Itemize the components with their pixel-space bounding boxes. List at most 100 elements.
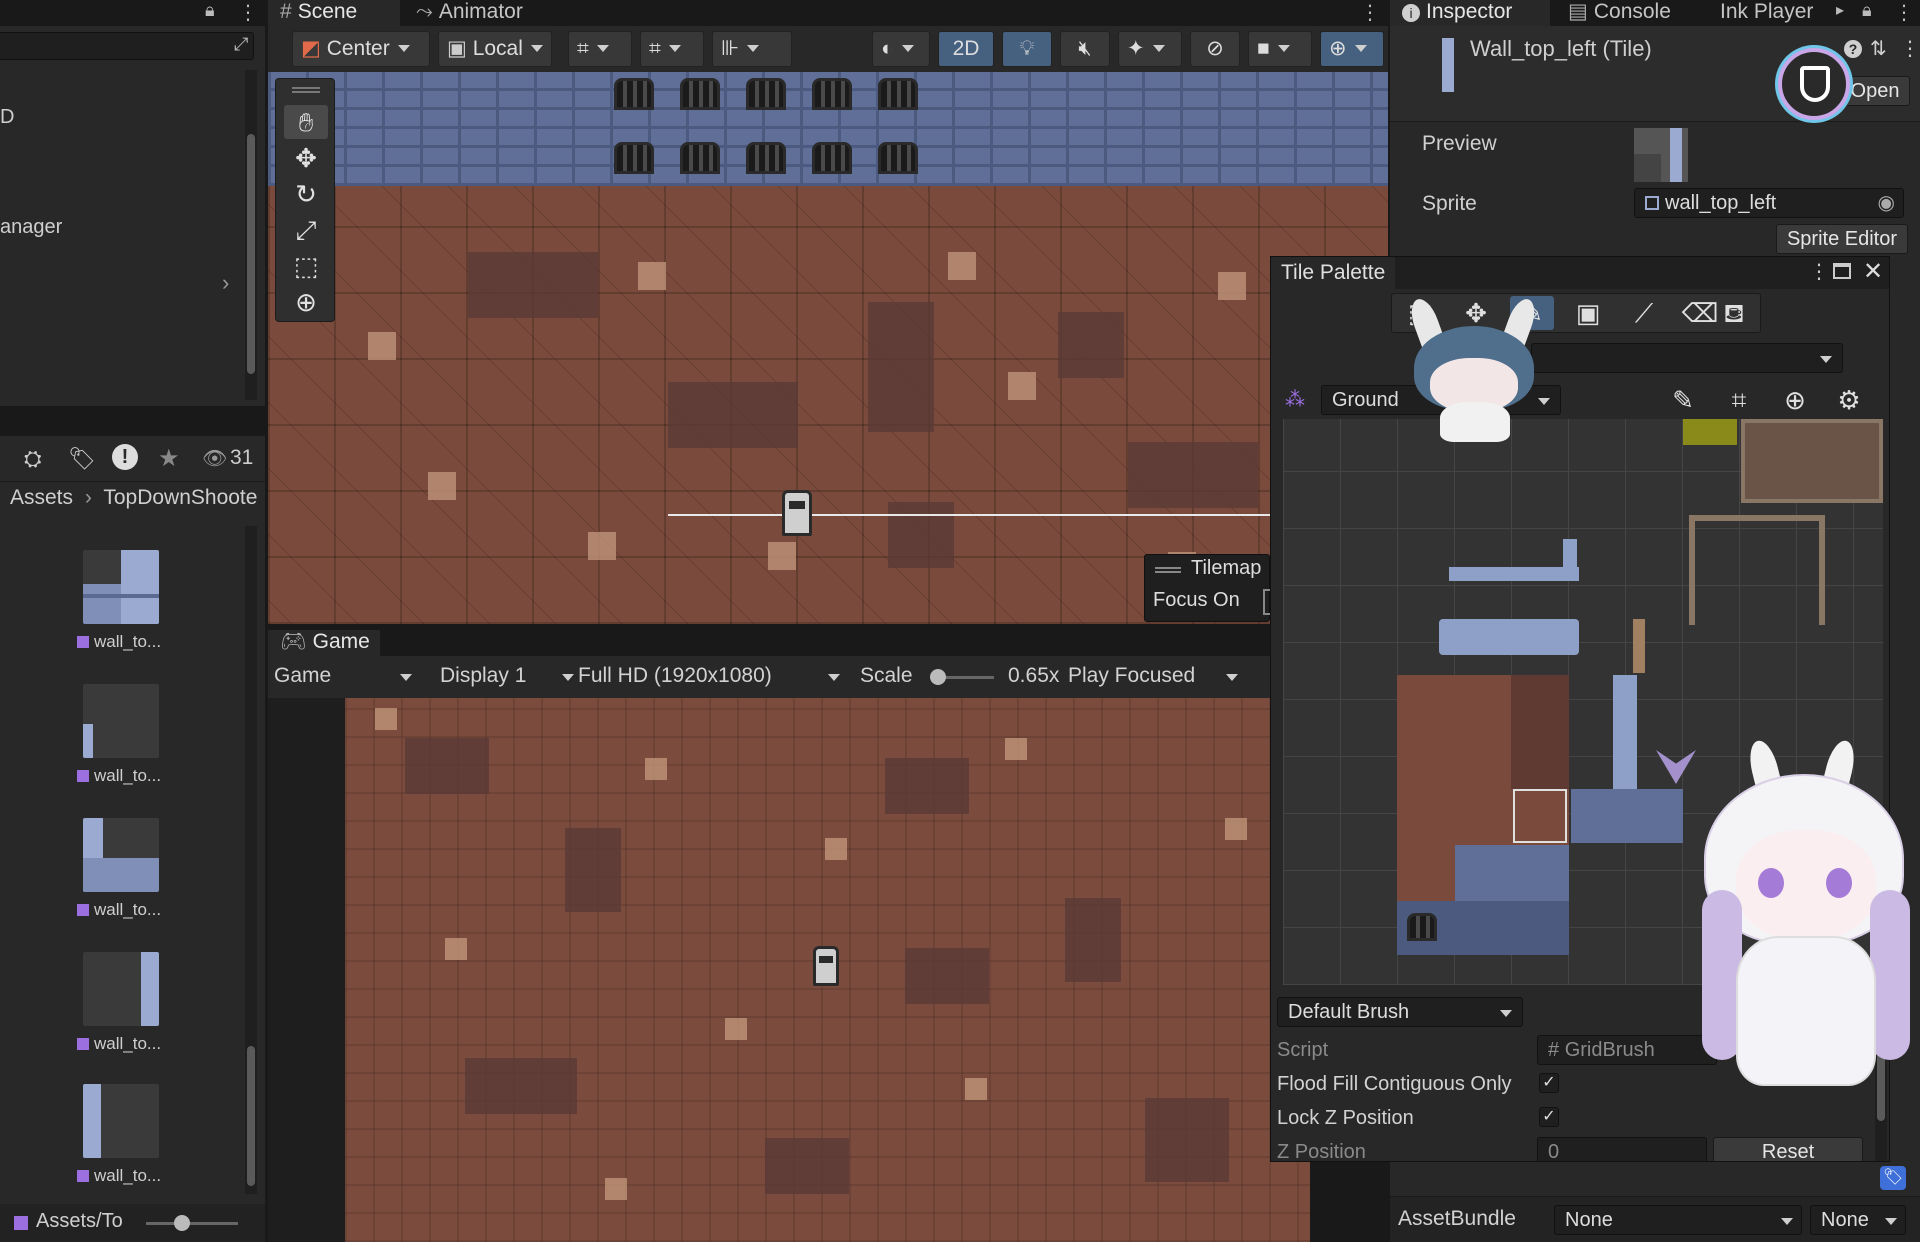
hierarchy-item[interactable]: D	[0, 106, 14, 129]
scale-slider[interactable]	[930, 669, 994, 685]
script-label: Script	[1277, 1039, 1329, 1061]
active-tilemap-dropdown[interactable]	[1531, 343, 1843, 373]
audio-toggle[interactable]: 🔇︎	[1060, 31, 1110, 67]
move-tool-icon[interactable]: ✥	[284, 141, 328, 175]
floor-dark-patch	[1058, 312, 1124, 378]
palette-tile[interactable]	[1397, 845, 1455, 901]
kebab-menu-icon[interactable]: ⋮	[1809, 259, 1829, 284]
breadcrumb-assets[interactable]: Assets	[10, 486, 73, 509]
palette-tile[interactable]	[1439, 619, 1579, 655]
object-picker-icon[interactable]: ◉	[1878, 189, 1895, 217]
2d-mode-toggle[interactable]: 2D	[938, 31, 994, 67]
game-viewport[interactable]	[345, 698, 1310, 1242]
hierarchy-scrollbar[interactable]	[245, 70, 257, 400]
brush-dropdown[interactable]: Default Brush	[1277, 997, 1523, 1027]
open-button[interactable]: Open	[1840, 76, 1910, 106]
transform-tool-icon[interactable]: ⊕	[284, 285, 328, 319]
player-sprite[interactable]	[782, 490, 812, 536]
chevron-right-icon[interactable]: ›	[222, 270, 229, 296]
palette-tile[interactable]	[1741, 419, 1883, 503]
breadcrumb-folder[interactable]: TopDownShoote	[103, 486, 257, 509]
player-sprite[interactable]	[813, 946, 839, 986]
palette-tile[interactable]	[1613, 675, 1637, 789]
gizmos-button[interactable]: ⊕	[1320, 31, 1384, 67]
kebab-menu-icon[interactable]: ⋮	[1360, 0, 1380, 25]
rotate-tool-icon[interactable]: ↻	[284, 177, 328, 211]
rect-tool-icon[interactable]: ⬚	[284, 249, 328, 283]
tab-ink-player[interactable]: Ink Player	[1708, 0, 1834, 26]
palette-tile[interactable]	[1455, 845, 1569, 901]
tab-animator[interactable]: ⤳ Animator	[404, 0, 554, 26]
label-icon[interactable]: 🏷︎	[68, 446, 96, 472]
preset-icon[interactable]: ⇅	[1870, 36, 1887, 61]
tab-game[interactable]: 🎮︎ Game	[268, 630, 380, 656]
kebab-menu-icon[interactable]: ⋮	[238, 0, 258, 25]
help-icon[interactable]: ?	[1844, 40, 1862, 58]
lock-icon[interactable]: 🔒︎	[1862, 0, 1872, 21]
hidden-objects-toggle[interactable]: ⊘	[1190, 31, 1240, 67]
game-mode-dropdown[interactable]: Game	[274, 664, 418, 688]
lock-z-checkbox[interactable]: ✓	[1539, 1107, 1559, 1127]
kebab-menu-icon[interactable]: ⋮	[1894, 0, 1914, 25]
scene-camera-button[interactable]: ■	[1248, 31, 1312, 67]
pivot-mode-dropdown[interactable]: ◩ Center	[292, 31, 430, 67]
gizmos-icon[interactable]: ⊕	[1773, 383, 1817, 417]
asset-bundle-variant-dropdown[interactable]: None	[1810, 1205, 1906, 1235]
resolution-dropdown[interactable]: Full HD (1920x1080)	[578, 664, 846, 688]
close-icon[interactable]: ✕	[1863, 257, 1883, 286]
favorite-star-icon[interactable]: ★	[158, 444, 180, 473]
flood-fill-checkbox[interactable]: ✓	[1539, 1073, 1559, 1093]
palette-tile[interactable]	[1563, 539, 1577, 579]
draw-mode-button[interactable]: ◐	[872, 31, 930, 67]
thumbnail-size-slider[interactable]	[146, 1215, 238, 1231]
overlay-drag-handle[interactable]	[292, 87, 320, 93]
palette-settings-icon[interactable]: ⚙	[1827, 383, 1871, 417]
hand-tool-icon[interactable]: ✋︎	[284, 105, 328, 139]
grid-toggle-icon[interactable]: ⌗	[1717, 383, 1761, 417]
space-mode-dropdown[interactable]: ▣ Local	[438, 31, 552, 67]
overlay-drag-handle[interactable]	[1155, 567, 1181, 573]
effects-toggle[interactable]: ✦	[1118, 31, 1182, 67]
edit-palette-icon[interactable]: ✎	[1661, 383, 1705, 417]
box-fill-tool-icon[interactable]: ▣	[1566, 296, 1610, 330]
tab-console[interactable]: ▤ Console	[1556, 0, 1706, 26]
warning-icon[interactable]: !	[112, 444, 138, 470]
maximize-icon[interactable]	[1833, 263, 1851, 279]
sprite-editor-button[interactable]: Sprite Editor	[1776, 224, 1908, 254]
grid-snapping-button[interactable]: ⌗	[568, 31, 632, 67]
lock-icon[interactable]: 🔒︎	[205, 0, 215, 21]
grid-visibility-button[interactable]: ⌗	[640, 31, 704, 67]
play-focused-dropdown[interactable]: Play Focused	[1068, 664, 1244, 688]
project-scrollbar[interactable]	[245, 526, 257, 1194]
palette-tile[interactable]	[1511, 675, 1569, 789]
sprite-object-field[interactable]: wall_top_left ◉	[1634, 188, 1904, 218]
picker-tool-icon[interactable]: ⟋	[1622, 296, 1666, 330]
z-position-field[interactable]: 0	[1537, 1137, 1707, 1161]
asset-thumbnail	[83, 550, 159, 624]
expand-icon[interactable]: ⤢	[234, 34, 248, 55]
palette-tile[interactable]	[1689, 515, 1825, 625]
scene-viewport[interactable]	[268, 72, 1388, 624]
display-dropdown[interactable]: Display 1	[440, 664, 580, 688]
reset-button[interactable]: Reset	[1713, 1137, 1863, 1161]
palette-tile[interactable]	[1571, 789, 1683, 843]
kebab-menu-icon[interactable]: ⋮	[1900, 36, 1920, 61]
hierarchy-search-input[interactable]	[0, 32, 254, 60]
scale-tool-icon[interactable]: ⤢	[284, 213, 328, 247]
more-tabs-icon[interactable]: ▸	[1836, 0, 1844, 20]
palette-tile[interactable]	[1449, 567, 1579, 581]
palette-tile[interactable]	[1683, 419, 1737, 445]
floor-light-tile	[445, 938, 467, 960]
tag-icon[interactable]: 🏷︎	[1880, 1166, 1906, 1190]
tab-scene[interactable]: # Scene	[268, 0, 400, 26]
palette-tile[interactable]	[1633, 619, 1645, 673]
asset-bundle-dropdown[interactable]: None	[1554, 1205, 1802, 1235]
eye-icon[interactable]: 👁︎	[202, 446, 227, 471]
selected-palette-tile[interactable]	[1513, 789, 1567, 843]
lighting-toggle[interactable]: 💡︎	[1002, 31, 1052, 67]
increment-snap-button[interactable]: ⊪	[712, 31, 792, 67]
tab-inspector[interactable]: i Inspector	[1390, 0, 1550, 26]
filter-type-icon[interactable]: ⛭	[24, 446, 42, 472]
hierarchy-item[interactable]: anager	[0, 216, 62, 239]
fill-tool-icon[interactable]: ⛾	[1712, 296, 1756, 330]
